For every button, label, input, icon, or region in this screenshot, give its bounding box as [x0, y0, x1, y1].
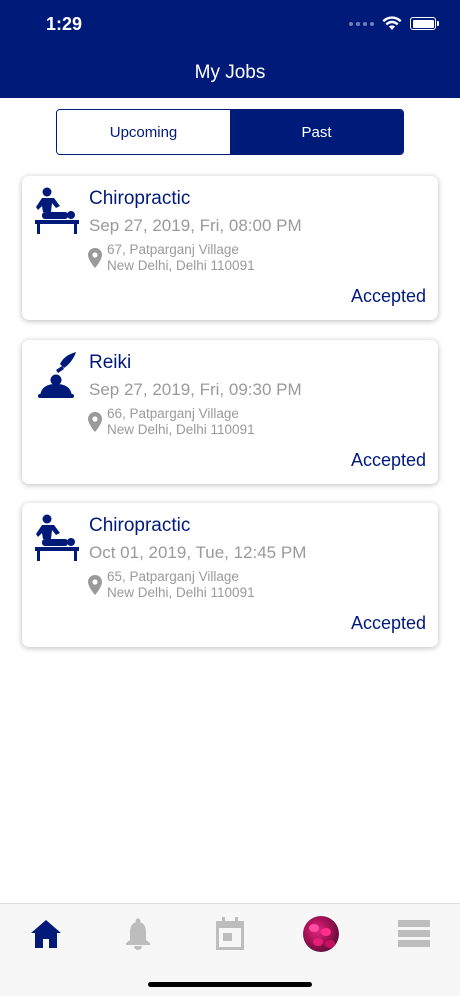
page-title: My Jobs: [194, 62, 266, 83]
cellular-signal-icon: [349, 21, 374, 26]
status-time: 1:29: [46, 14, 83, 34]
job-service-title: Chiropractic: [89, 515, 191, 536]
job-service-title: Reiki: [89, 352, 132, 373]
job-address-line1: 65, Patparganj Village: [107, 569, 239, 584]
job-address-line2: New Delhi, Delhi 110091: [107, 258, 255, 273]
calendar-icon: [216, 917, 244, 950]
job-date: Sep 27, 2019, Fri, 08:00 PM: [89, 216, 302, 235]
wifi-icon: [382, 16, 402, 30]
tab-calendar[interactable]: [210, 914, 250, 954]
job-status: Accepted: [350, 286, 426, 306]
tab-home[interactable]: [26, 914, 66, 954]
app-header: 1:29 My Jobs: [0, 0, 460, 98]
reiki-icon: [38, 352, 76, 398]
job-card[interactable]: Reiki Sep 27, 2019, Fri, 09:30 PM 66, Pa…: [22, 340, 438, 484]
location-pin-icon: [88, 412, 102, 432]
job-address-line2: New Delhi, Delhi 110091: [107, 585, 255, 600]
job-service-title: Chiropractic: [89, 188, 191, 209]
chiropractic-icon: [35, 187, 79, 234]
job-card[interactable]: Chiropractic Sep 27, 2019, Fri, 08:00 PM…: [22, 176, 438, 320]
job-address-line1: 66, Patparganj Village: [107, 406, 239, 421]
battery-icon: [410, 17, 439, 30]
home-indicator: [148, 982, 312, 987]
location-pin-icon: [88, 575, 102, 595]
job-status: Accepted: [350, 450, 426, 470]
tab-menu[interactable]: [394, 914, 434, 954]
home-icon: [31, 920, 61, 948]
job-date: Sep 27, 2019, Fri, 09:30 PM: [89, 380, 302, 399]
location-pin-icon: [88, 248, 102, 268]
job-status: Accepted: [350, 613, 426, 633]
profile-avatar: [303, 916, 339, 952]
tab-past[interactable]: Past: [230, 110, 403, 154]
tab-notifications[interactable]: [118, 914, 158, 954]
status-icons: [349, 16, 439, 31]
job-card[interactable]: Chiropractic Oct 01, 2019, Tue, 12:45 PM…: [22, 503, 438, 647]
chiropractic-icon: [35, 514, 79, 561]
job-address-line2: New Delhi, Delhi 110091: [107, 422, 255, 437]
menu-icon: [398, 920, 430, 947]
jobs-segmented-control: Upcoming Past: [56, 109, 404, 155]
job-date: Oct 01, 2019, Tue, 12:45 PM: [89, 543, 307, 562]
tab-profile[interactable]: [301, 914, 341, 954]
job-address-line1: 67, Patparganj Village: [107, 242, 239, 257]
tab-upcoming[interactable]: Upcoming: [57, 110, 230, 154]
bell-icon: [126, 918, 150, 950]
